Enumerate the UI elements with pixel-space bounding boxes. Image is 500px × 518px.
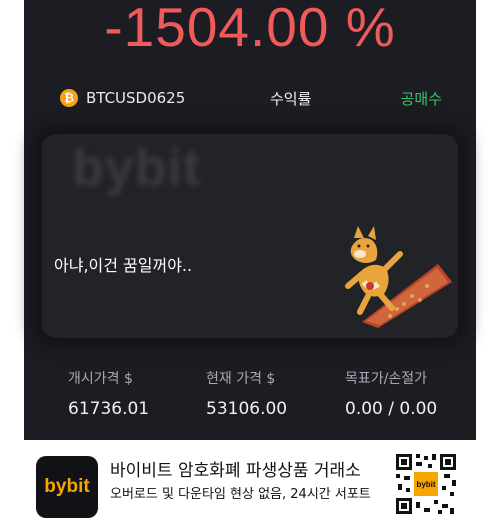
bybit-watermark-logo: bybit [72, 139, 202, 197]
position-side: 공매수 [400, 90, 442, 108]
current-price-stat: 현재 가격 $ 53106.00 [206, 368, 287, 419]
meme-banner: bybit 아냐,이건 꿈일꺼야.. [42, 134, 458, 338]
meme-caption: 아냐,이건 꿈일꺼야.. [54, 256, 193, 275]
footer-title: 바이비트 암호화폐 파생상품 거래소 [110, 461, 361, 481]
entry-price-label: 개시가격 $ [68, 371, 133, 387]
pnl-share-card: -1504.00 % ₿ BTCUSD0625 수익률 공매수 bybit 아냐… [24, 0, 476, 440]
footer-subtitle: 오버로드 및 다운타임 현상 없음, 24시간 서포트 [110, 487, 371, 502]
doge-surfing-pizza-illustration [345, 226, 452, 328]
metric-label: 수익률 [270, 90, 312, 108]
tpsl-label: 목표가/손절가 [345, 371, 427, 387]
bybit-app-icon: bybit [36, 456, 98, 518]
entry-price-value: 61736.01 [68, 399, 150, 419]
contract-row: ₿ BTCUSD0625 수익률 공매수 [24, 84, 476, 112]
qr-code-icon[interactable]: bybit [394, 452, 458, 516]
contract-symbol: BTCUSD0625 [86, 89, 186, 107]
entry-price-stat: 개시가격 $ 61736.01 [68, 368, 149, 419]
current-price-value: 53106.00 [206, 399, 288, 419]
promo-footer: bybit 바이비트 암호화폐 파생상품 거래소 오버로드 및 다운타임 현상 … [0, 440, 500, 518]
pnl-percentage: -1504.00 % [104, 0, 396, 58]
tpsl-value: 0.00 / 0.00 [345, 399, 438, 419]
qr-logo-text: bybit [416, 480, 435, 489]
current-price-label: 현재 가격 $ [206, 371, 276, 387]
tpsl-stat: 목표가/손절가 0.00 / 0.00 [345, 368, 437, 419]
bitcoin-icon: ₿ [60, 89, 78, 107]
